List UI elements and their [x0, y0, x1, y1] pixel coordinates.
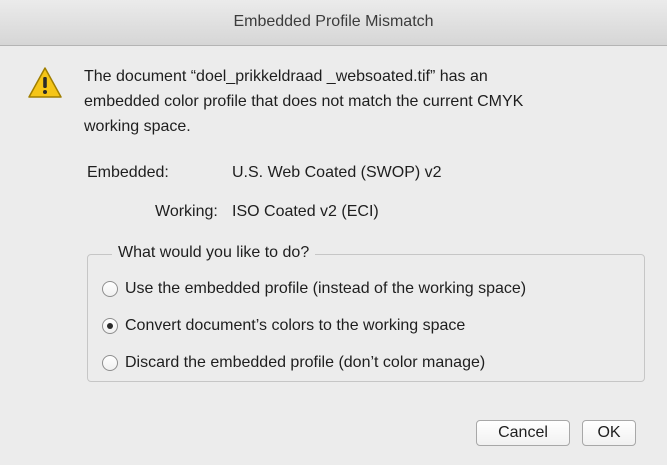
- option-discard-embedded[interactable]: Discard the embedded profile (don’t colo…: [102, 352, 485, 374]
- option-label: Discard the embedded profile (don’t colo…: [125, 354, 486, 371]
- message-text: The document “doel_prikkeldraad _websoat…: [84, 64, 644, 139]
- title-bar[interactable]: Embedded Profile Mismatch: [0, 0, 667, 46]
- option-label: Convert document’s colors to the working…: [125, 317, 466, 334]
- message-line: working space.: [84, 118, 191, 135]
- option-convert-colors[interactable]: Convert document’s colors to the working…: [102, 315, 465, 337]
- warning-icon: [28, 67, 62, 98]
- working-profile-value: ISO Coated v2 (ECI): [232, 203, 379, 220]
- window-title: Embedded Profile Mismatch: [233, 13, 434, 30]
- working-label: Working:: [155, 203, 218, 220]
- action-group-legend: What would you like to do?: [112, 244, 316, 262]
- radio-button[interactable]: [102, 355, 118, 371]
- radio-button[interactable]: [102, 281, 118, 297]
- message-line: The document “doel_prikkeldraad _websoat…: [84, 68, 488, 85]
- embedded-profile-value: U.S. Web Coated (SWOP) v2: [232, 164, 442, 181]
- ok-button[interactable]: OK: [582, 420, 636, 446]
- profile-mismatch-dialog: Embedded Profile Mismatch The document “…: [0, 0, 667, 465]
- embedded-label: Embedded:: [87, 164, 169, 181]
- message-line: embedded color profile that does not mat…: [84, 93, 524, 110]
- cancel-button[interactable]: Cancel: [476, 420, 570, 446]
- option-use-embedded[interactable]: Use the embedded profile (instead of the…: [102, 278, 526, 300]
- option-label: Use the embedded profile (instead of the…: [125, 280, 527, 297]
- radio-button-selected[interactable]: [102, 318, 118, 334]
